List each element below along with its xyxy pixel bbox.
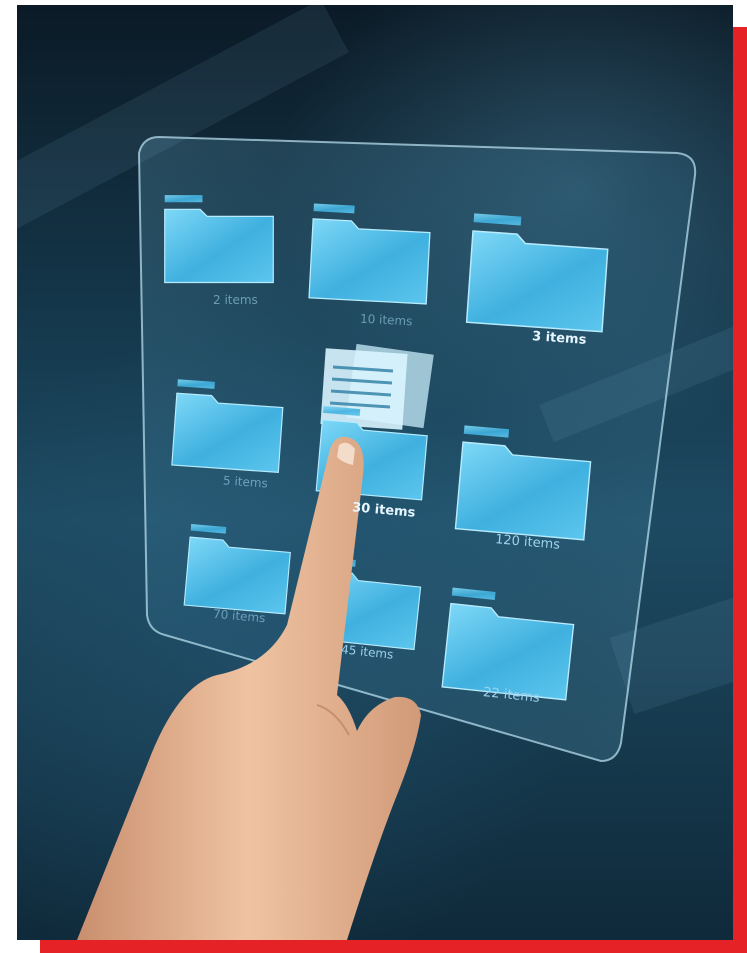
photo: 2 items 10 items 3 items 5 items 30 item… xyxy=(17,5,733,940)
folder-label: 2 items xyxy=(213,293,258,307)
glass-panel-svg xyxy=(77,135,697,940)
document-icon xyxy=(320,343,434,430)
folder-label: 10 items xyxy=(359,311,413,329)
